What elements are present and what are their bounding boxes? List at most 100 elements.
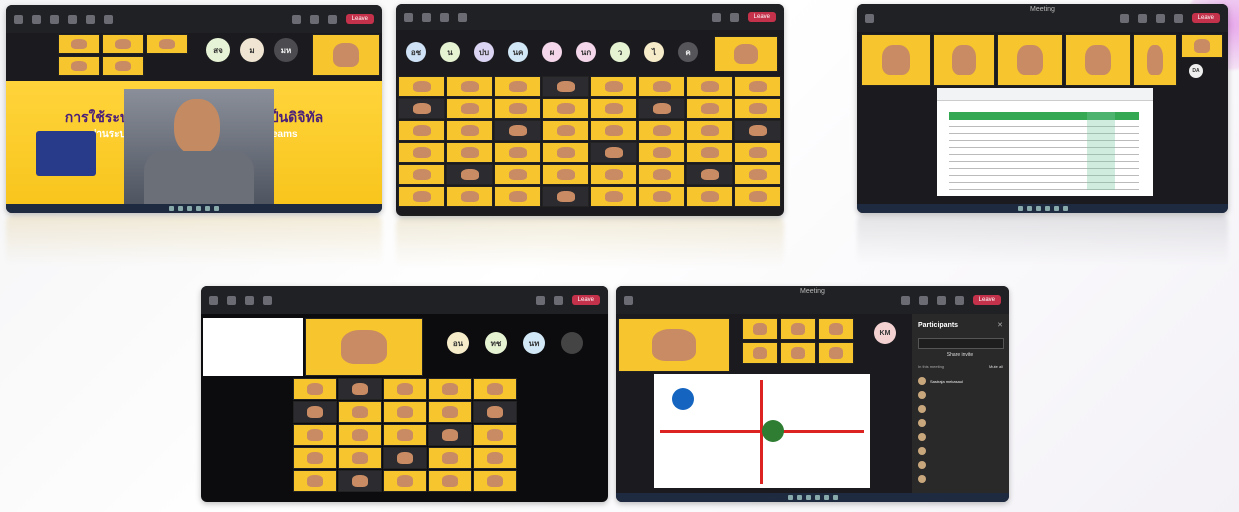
video-tile xyxy=(338,378,382,400)
search-input[interactable] xyxy=(918,338,1004,349)
reflection xyxy=(6,216,382,266)
leave-button[interactable]: Leave xyxy=(571,295,600,305)
video-tile xyxy=(146,34,188,54)
video-tile xyxy=(58,34,100,54)
participant-row[interactable]: Sastraja mekasaul xyxy=(918,374,1004,388)
video-tile xyxy=(102,56,144,76)
participant-avatar: ค xyxy=(678,42,698,62)
video-tile xyxy=(780,342,816,364)
close-icon[interactable]: ✕ xyxy=(997,321,1003,329)
react-icon[interactable] xyxy=(68,14,77,24)
video-tile xyxy=(818,342,854,364)
video-grid xyxy=(293,378,519,496)
leave-button[interactable]: Leave xyxy=(345,14,374,24)
mic-icon[interactable] xyxy=(729,12,739,22)
participant-row[interactable] xyxy=(918,472,1004,486)
shared-spreadsheet xyxy=(937,88,1153,196)
raise-hand-icon[interactable] xyxy=(1137,13,1147,23)
mic-icon[interactable] xyxy=(553,295,563,305)
share-icon[interactable] xyxy=(327,14,337,24)
video-tile xyxy=(686,120,733,141)
mic-icon[interactable] xyxy=(1173,13,1183,23)
participant-name: Sastraja mekasaul xyxy=(930,378,963,384)
avatar xyxy=(918,377,926,385)
video-tile xyxy=(590,164,637,185)
video-tile xyxy=(102,34,144,54)
participant-row[interactable] xyxy=(918,444,1004,458)
video-tile xyxy=(383,470,427,492)
chat-icon[interactable] xyxy=(209,295,218,305)
video-tile xyxy=(293,470,337,492)
video-tile xyxy=(446,186,493,207)
video-tile xyxy=(473,401,517,423)
video-grid xyxy=(398,76,782,210)
chat-icon[interactable] xyxy=(865,13,874,23)
participant-avatar: นค xyxy=(508,42,528,62)
camera-icon[interactable] xyxy=(936,295,946,305)
participants-panel: Participants ✕ Share invite In this meet… xyxy=(912,314,1009,493)
people-icon[interactable] xyxy=(1119,13,1129,23)
camera-icon[interactable] xyxy=(1155,13,1165,23)
screenshot-gallery-view: Leave อช น ปบ นค ผ นก ว ไ ค xyxy=(396,4,784,216)
video-tile xyxy=(428,447,472,469)
video-tile xyxy=(428,424,472,446)
avatar xyxy=(918,433,926,441)
people-icon[interactable] xyxy=(227,295,236,305)
raise-hand-icon[interactable] xyxy=(50,14,59,24)
mic-icon[interactable] xyxy=(954,295,964,305)
video-tile xyxy=(734,186,781,207)
raise-hand-icon[interactable] xyxy=(245,295,254,305)
leave-button[interactable]: Leave xyxy=(972,295,1001,305)
participant-row[interactable] xyxy=(918,416,1004,430)
video-tile xyxy=(542,76,589,97)
share-invite-button[interactable]: Share invite xyxy=(918,352,1002,358)
video-tile xyxy=(494,186,541,207)
video-tile xyxy=(494,120,541,141)
reflection xyxy=(396,218,784,268)
presenter-tile xyxy=(618,318,730,372)
participant-avatar: สจ xyxy=(206,38,230,62)
leave-button[interactable]: Leave xyxy=(1191,13,1220,23)
raise-hand-icon[interactable] xyxy=(918,295,928,305)
video-tile xyxy=(446,98,493,119)
more-participants[interactable] xyxy=(561,332,583,354)
chat-icon[interactable] xyxy=(624,295,633,305)
people-icon[interactable] xyxy=(900,295,910,305)
view-icon[interactable] xyxy=(86,14,95,24)
video-tile xyxy=(686,164,733,185)
participant-row[interactable] xyxy=(918,388,1004,402)
participant-row[interactable] xyxy=(918,458,1004,472)
screenshot-mixed-grid: Leave อน ทช นท xyxy=(201,286,608,502)
leave-button[interactable]: Leave xyxy=(747,12,776,22)
chat-icon[interactable] xyxy=(14,14,23,24)
video-tile xyxy=(338,401,382,423)
chat-icon[interactable] xyxy=(404,12,413,22)
video-tile xyxy=(494,98,541,119)
video-tile xyxy=(383,447,427,469)
camera-icon[interactable] xyxy=(711,12,721,22)
video-tile xyxy=(686,142,733,163)
video-tile xyxy=(861,34,931,86)
more-icon[interactable] xyxy=(104,14,113,24)
participant-avatar: ไ xyxy=(644,42,664,62)
participant-avatar: ว xyxy=(610,42,630,62)
video-tile xyxy=(293,424,337,446)
people-icon[interactable] xyxy=(32,14,41,24)
people-icon[interactable] xyxy=(422,12,431,22)
avatar xyxy=(918,391,926,399)
camera-icon[interactable] xyxy=(291,14,301,24)
raise-hand-icon[interactable] xyxy=(440,12,449,22)
view-icon[interactable] xyxy=(458,12,467,22)
mic-icon[interactable] xyxy=(309,14,319,24)
avatar xyxy=(918,419,926,427)
camera-icon[interactable] xyxy=(535,295,545,305)
presentation-slide: การอบรมพัฒนาบุคลากร การใช้ระบบบริหารจัดก… xyxy=(6,81,382,204)
view-icon[interactable] xyxy=(263,295,272,305)
participant-row[interactable] xyxy=(918,402,1004,416)
video-tile xyxy=(58,56,100,76)
video-tile xyxy=(494,142,541,163)
video-tile xyxy=(398,76,445,97)
participant-row[interactable] xyxy=(918,430,1004,444)
mute-all-button[interactable]: Mute all xyxy=(989,364,1003,369)
video-tile xyxy=(734,142,781,163)
